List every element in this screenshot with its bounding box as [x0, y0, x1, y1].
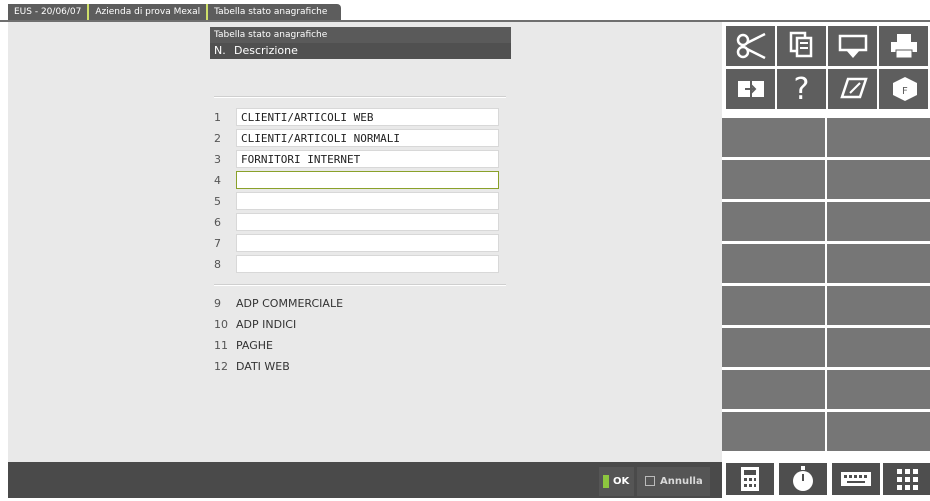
row-label: PAGHE — [236, 339, 274, 352]
function-key[interactable] — [827, 370, 930, 409]
description-field[interactable] — [236, 255, 499, 273]
tab-strip: EUS - 20/06/07 Azienda di prova Mexal Ta… — [8, 4, 342, 20]
description-field[interactable] — [236, 213, 499, 231]
copy-icon[interactable] — [777, 26, 826, 66]
static-row: 11 PAGHE — [214, 336, 510, 355]
static-row: 10 ADP INDICI — [214, 315, 510, 334]
edit-notes-icon[interactable] — [828, 69, 877, 109]
table-row: 1 CLIENTI/ARTICOLI WEB — [214, 108, 510, 127]
annulla-button[interactable]: Annulla — [637, 467, 710, 496]
function-box-icon[interactable]: F — [879, 69, 928, 109]
panel-title: Tabella stato anagrafiche — [210, 27, 511, 43]
function-key[interactable] — [722, 328, 825, 367]
scissors-icon[interactable] — [726, 26, 775, 66]
description-field[interactable] — [236, 234, 499, 252]
function-key[interactable] — [722, 202, 825, 241]
right-toolbar: ? F — [722, 22, 930, 501]
ok-indicator-icon — [603, 475, 609, 488]
function-key[interactable] — [722, 118, 825, 157]
function-key[interactable] — [827, 244, 930, 283]
help-icon[interactable]: ? — [777, 69, 826, 109]
static-row: 12 DATI WEB — [214, 357, 510, 376]
function-key[interactable] — [827, 202, 930, 241]
function-key[interactable] — [722, 286, 825, 325]
grid-menu-icon[interactable] — [883, 463, 930, 495]
table-row: 6 — [214, 213, 510, 232]
tab-session[interactable]: EUS - 20/06/07 — [8, 4, 88, 20]
description-field[interactable]: CLIENTI/ARTICOLI NORMALI — [236, 129, 499, 147]
cancel-icon — [645, 476, 655, 486]
table-row: 5 — [214, 192, 510, 211]
title-bar: EUS - 20/06/07 Azienda di prova Mexal Ta… — [0, 0, 930, 20]
ok-button[interactable]: OK — [599, 467, 634, 496]
function-key[interactable] — [827, 118, 930, 157]
stopwatch-icon[interactable] — [779, 463, 827, 495]
table-row: 4 — [214, 171, 510, 190]
row-label: ADP INDICI — [236, 318, 297, 331]
function-key[interactable] — [827, 160, 930, 199]
function-key[interactable] — [827, 286, 930, 325]
description-field-focused[interactable] — [236, 171, 499, 189]
static-row: 9 ADP COMMERCIALE — [214, 294, 510, 313]
header-number: N. — [214, 44, 226, 57]
table-header: N. Descrizione — [210, 43, 511, 59]
table-row: 3 FORNITORI INTERNET — [214, 150, 510, 169]
description-field[interactable]: CLIENTI/ARTICOLI WEB — [236, 108, 499, 126]
keyboard-icon[interactable] — [832, 463, 880, 495]
table-row: 7 — [214, 234, 510, 253]
function-key[interactable] — [722, 160, 825, 199]
description-field[interactable]: FORNITORI INTERNET — [236, 150, 499, 168]
paste-icon[interactable] — [828, 26, 877, 66]
table-row: 8 — [214, 255, 510, 274]
row-label: ADP COMMERCIALE — [236, 297, 344, 310]
row-label: DATI WEB — [236, 360, 290, 373]
svg-text:F: F — [902, 86, 908, 97]
divider — [214, 284, 506, 286]
divider — [214, 96, 506, 98]
annulla-label: Annulla — [660, 476, 703, 487]
ok-label: OK — [613, 476, 630, 487]
function-key[interactable] — [827, 412, 930, 451]
function-key[interactable] — [722, 244, 825, 283]
description-field[interactable] — [236, 192, 499, 210]
table-row: 2 CLIENTI/ARTICOLI NORMALI — [214, 129, 510, 148]
tab-company[interactable]: Azienda di prova Mexal — [89, 4, 207, 20]
function-key[interactable] — [722, 370, 825, 409]
function-key[interactable] — [722, 412, 825, 451]
header-description: Descrizione — [234, 44, 298, 57]
move-icon[interactable] — [726, 69, 775, 109]
function-key[interactable] — [827, 328, 930, 367]
tab-current-window[interactable]: Tabella stato anagrafiche — [208, 4, 342, 20]
printer-icon[interactable] — [879, 26, 928, 66]
calculator-icon[interactable] — [726, 463, 774, 495]
